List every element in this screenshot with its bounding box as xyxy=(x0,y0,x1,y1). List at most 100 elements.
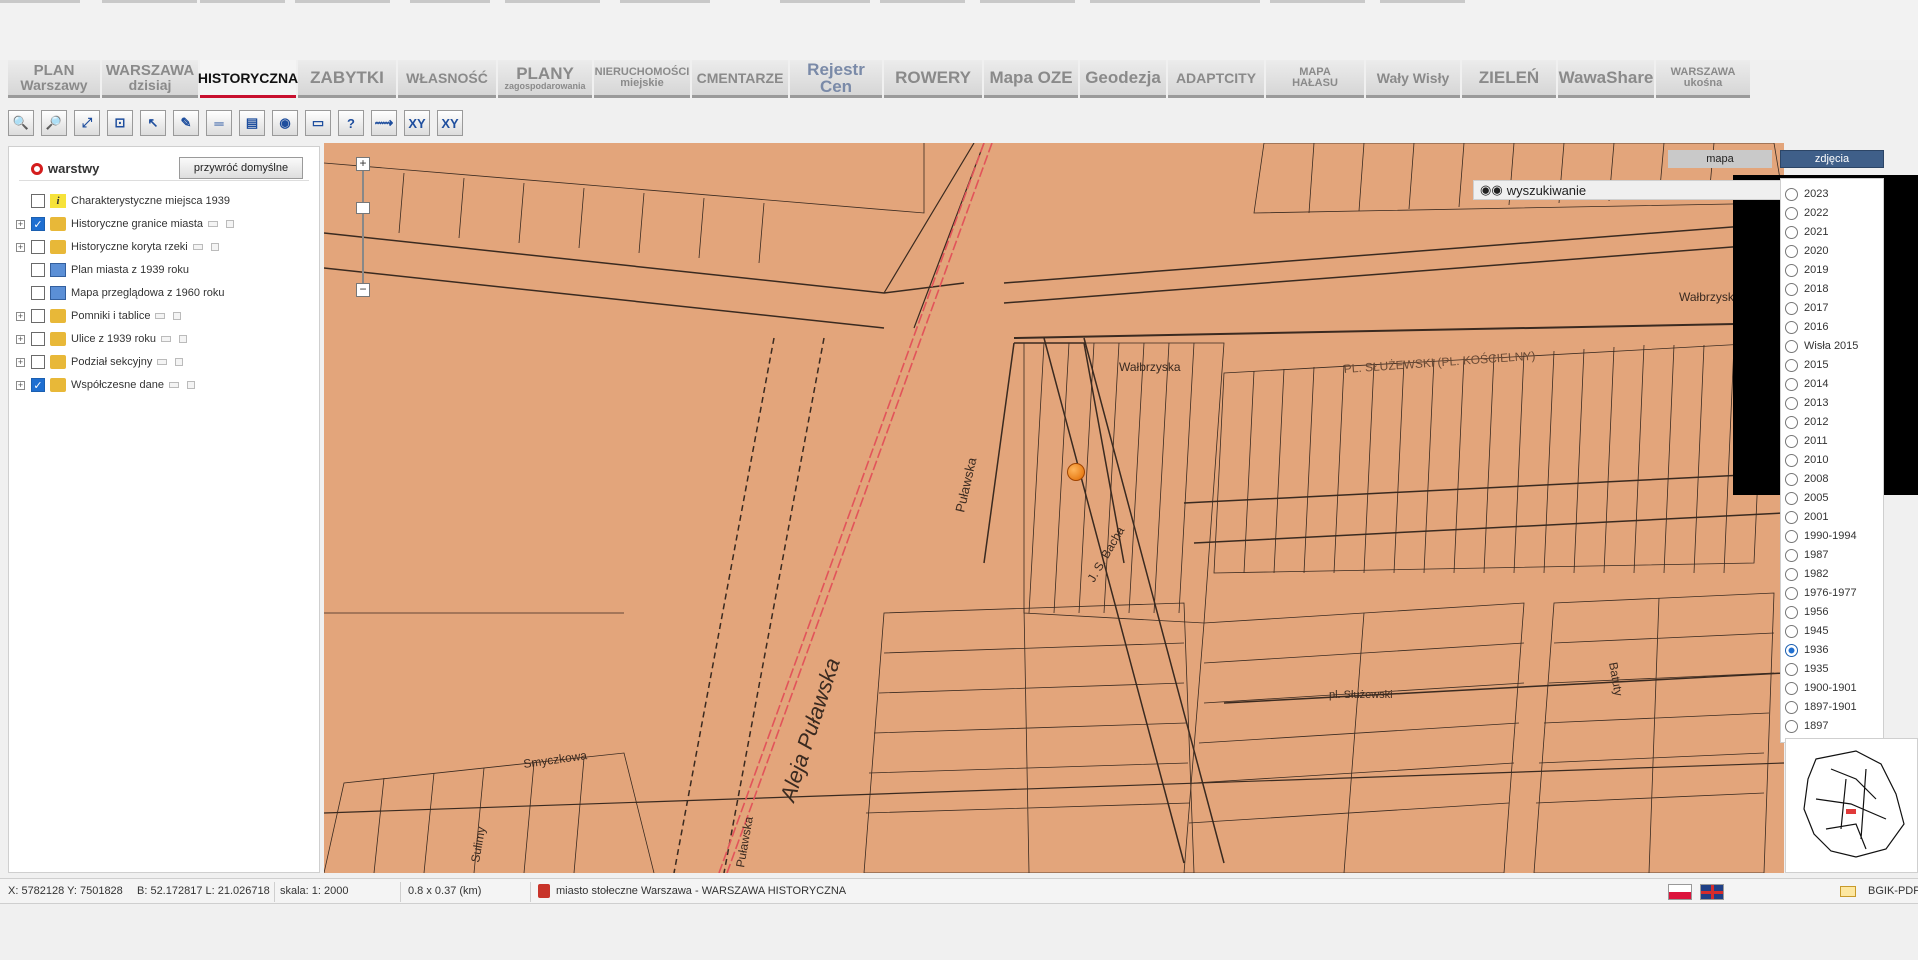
layer-label[interactable]: Podział sekcyjny xyxy=(71,356,152,368)
year-radio[interactable] xyxy=(1785,510,1798,524)
year-option[interactable]: 2013 xyxy=(1785,394,1828,412)
tab-5[interactable]: PLANY zagospodarowania xyxy=(498,60,592,98)
expand-layer-icon[interactable]: + xyxy=(16,311,25,321)
year-option[interactable]: 1956 xyxy=(1785,603,1828,621)
mail-icon[interactable] xyxy=(1840,886,1856,897)
year-radio[interactable] xyxy=(1785,301,1798,315)
basemap-photos-button[interactable]: zdjęcia xyxy=(1780,150,1884,168)
year-option[interactable]: 2022 xyxy=(1785,204,1828,222)
opacity-slider-icon[interactable] xyxy=(155,313,166,319)
layer-checkbox[interactable] xyxy=(31,309,45,323)
zoom-out-tool[interactable]: 🔎 xyxy=(41,110,67,136)
route-tool[interactable]: ⟿ xyxy=(371,110,397,136)
tab-9[interactable]: ROWERY xyxy=(884,60,982,98)
year-radio[interactable] xyxy=(1785,453,1798,467)
layer-label[interactable]: Charakterystyczne miejsca 1939 xyxy=(71,195,230,207)
expand-layer-icon[interactable]: + xyxy=(16,242,25,252)
year-radio[interactable] xyxy=(1785,415,1798,429)
layer-label[interactable]: Mapa przeglądowa z 1960 roku xyxy=(71,287,224,299)
tab-4[interactable]: WŁASNOŚĆ xyxy=(398,60,496,98)
year-radio[interactable] xyxy=(1785,434,1798,448)
zoom-slider-handle[interactable] xyxy=(356,202,370,214)
year-radio[interactable] xyxy=(1785,263,1798,277)
zoom-extent-tool[interactable]: ⤢ xyxy=(74,110,100,136)
year-option[interactable]: 2016 xyxy=(1785,318,1828,336)
tab-10[interactable]: Mapa OZE xyxy=(984,60,1078,98)
measure-tool[interactable]: ═ xyxy=(206,110,232,136)
layer-settings-icon[interactable] xyxy=(210,243,219,251)
year-option[interactable]: 2010 xyxy=(1785,451,1828,469)
globe-tool[interactable]: ◉ xyxy=(272,110,298,136)
year-option[interactable]: 1900-1901 xyxy=(1785,679,1857,697)
tab-7[interactable]: CMENTARZE xyxy=(692,60,788,98)
layer-settings-icon[interactable] xyxy=(186,381,195,389)
layer-checkbox[interactable] xyxy=(31,194,45,208)
year-option[interactable]: 2014 xyxy=(1785,375,1828,393)
year-option[interactable]: 2018 xyxy=(1785,280,1828,298)
year-radio[interactable] xyxy=(1785,358,1798,372)
map-canvas[interactable]: Puławska Aleja Puławska Puławska Wałbrzy… xyxy=(324,143,1784,873)
year-option[interactable]: 2023 xyxy=(1785,185,1828,203)
year-option[interactable]: 1976-1977 xyxy=(1785,584,1857,602)
xy-search-tool[interactable]: XY xyxy=(437,110,463,136)
tab-8[interactable]: Rejestr Cen xyxy=(790,60,882,98)
year-option[interactable]: 2001 xyxy=(1785,508,1828,526)
year-option[interactable]: Wisła 2015 xyxy=(1785,337,1858,355)
year-radio[interactable] xyxy=(1785,662,1798,676)
year-radio[interactable] xyxy=(1785,624,1798,638)
year-option[interactable]: 1990-1994 xyxy=(1785,527,1857,545)
expand-layer-icon[interactable]: + xyxy=(16,380,25,390)
year-radio[interactable] xyxy=(1785,377,1798,391)
year-option[interactable]: 1935 xyxy=(1785,660,1828,678)
layer-checkbox[interactable]: ✓ xyxy=(31,217,45,231)
zoom-window-tool[interactable]: ⊡ xyxy=(107,110,133,136)
print-tool[interactable]: ▭ xyxy=(305,110,331,136)
layer-label[interactable]: Pomniki i tablice xyxy=(71,310,150,322)
tab-2[interactable]: HISTORYCZNA xyxy=(198,60,298,98)
layer-settings-icon[interactable] xyxy=(173,312,182,320)
layer-checkbox[interactable] xyxy=(31,332,45,346)
zoom-slider[interactable]: + − xyxy=(356,157,370,297)
year-option[interactable]: 2021 xyxy=(1785,223,1828,241)
tab-12[interactable]: ADAPTCITY xyxy=(1168,60,1264,98)
polish-flag-icon[interactable] xyxy=(1668,884,1692,900)
year-option[interactable]: 2015 xyxy=(1785,356,1828,374)
expand-layer-icon[interactable]: + xyxy=(16,334,25,344)
year-radio[interactable] xyxy=(1785,187,1798,201)
basemap-map-button[interactable]: mapa xyxy=(1668,150,1772,168)
layer-checkbox[interactable] xyxy=(31,263,45,277)
layer-label[interactable]: Historyczne koryta rzeki xyxy=(71,241,188,253)
legend-tool[interactable]: ▤ xyxy=(239,110,265,136)
year-option[interactable]: 2008 xyxy=(1785,470,1828,488)
year-option[interactable]: 2005 xyxy=(1785,489,1828,507)
year-option[interactable]: 2020 xyxy=(1785,242,1828,260)
year-radio[interactable] xyxy=(1785,206,1798,220)
opacity-slider-icon[interactable] xyxy=(161,336,171,342)
tab-16[interactable]: WawaShare xyxy=(1558,60,1654,98)
layer-checkbox[interactable] xyxy=(31,240,45,254)
zoom-out-button[interactable]: − xyxy=(356,283,370,297)
year-option[interactable]: 1897-1901 xyxy=(1785,698,1857,716)
year-option[interactable]: 1945 xyxy=(1785,622,1828,640)
year-option[interactable]: 1982 xyxy=(1785,565,1828,583)
tab-11[interactable]: Geodezja xyxy=(1080,60,1166,98)
year-radio[interactable] xyxy=(1785,320,1798,334)
help-tool[interactable]: ? xyxy=(338,110,364,136)
year-radio[interactable] xyxy=(1785,700,1798,714)
opacity-slider-icon[interactable] xyxy=(208,221,219,227)
year-radio[interactable] xyxy=(1785,491,1798,505)
year-radio[interactable] xyxy=(1785,282,1798,296)
info-tool[interactable]: ✎ xyxy=(173,110,199,136)
layer-checkbox[interactable] xyxy=(31,355,45,369)
opacity-slider-icon[interactable] xyxy=(157,359,168,365)
year-radio[interactable] xyxy=(1785,225,1798,239)
year-option[interactable]: 2019 xyxy=(1785,261,1828,279)
year-option[interactable]: 1897 xyxy=(1785,717,1828,735)
xy-tool[interactable]: XY xyxy=(404,110,430,136)
tab-1[interactable]: WARSZAWA dzisiaj xyxy=(102,60,198,98)
layer-settings-icon[interactable] xyxy=(175,358,184,366)
year-option[interactable]: 1987 xyxy=(1785,546,1828,564)
year-radio[interactable] xyxy=(1785,339,1798,353)
zoom-in-button[interactable]: + xyxy=(356,157,370,171)
select-tool[interactable]: ↖ xyxy=(140,110,166,136)
